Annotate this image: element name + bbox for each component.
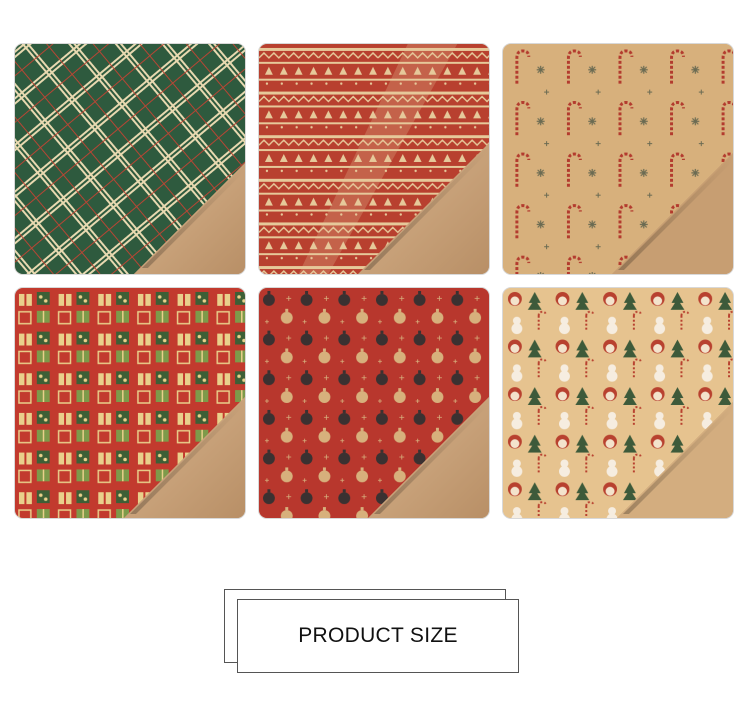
product-size-heading: PRODUCT SIZE xyxy=(298,624,458,647)
candy-cane-snowflake-paper-image xyxy=(502,43,734,275)
product-size-banner: PRODUCT SIZE xyxy=(237,599,519,673)
snowman-santa-tree-paper-image xyxy=(502,287,734,519)
green-plaid-paper-image xyxy=(14,43,246,275)
ornament-paper-image xyxy=(258,287,490,519)
gift-box-paper-image xyxy=(14,287,246,519)
red-fair-isle-stripe-paper-image xyxy=(258,43,490,275)
